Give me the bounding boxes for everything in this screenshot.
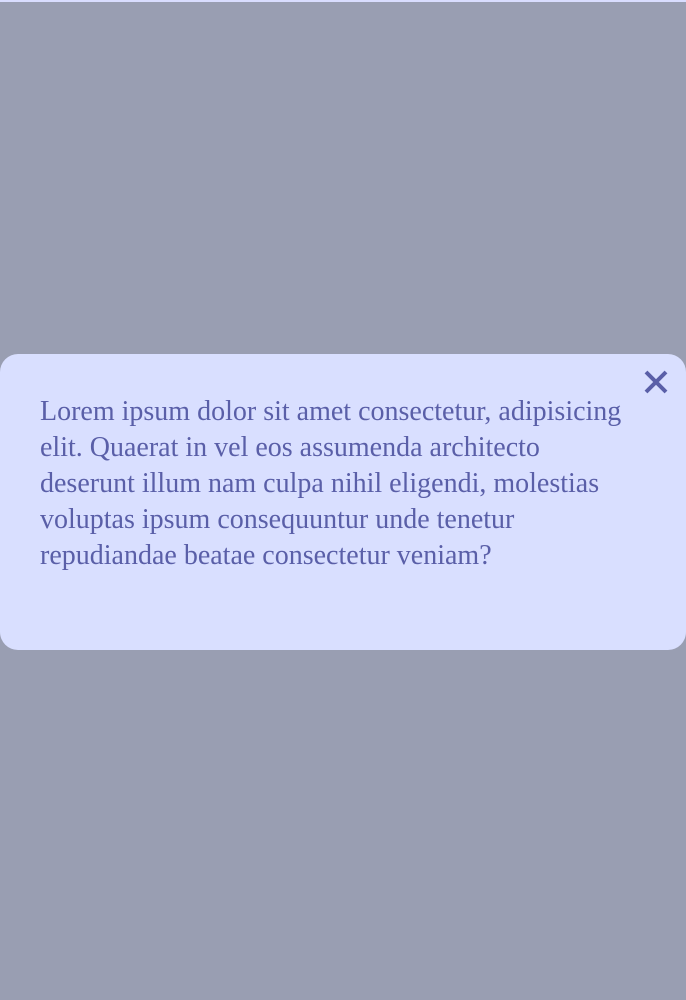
modal-dialog: Lorem ipsum dolor sit amet consectetur, … [0, 354, 686, 650]
close-button[interactable] [642, 368, 670, 400]
close-icon [643, 369, 669, 400]
modal-body-text: Lorem ipsum dolor sit amet consectetur, … [40, 396, 622, 571]
